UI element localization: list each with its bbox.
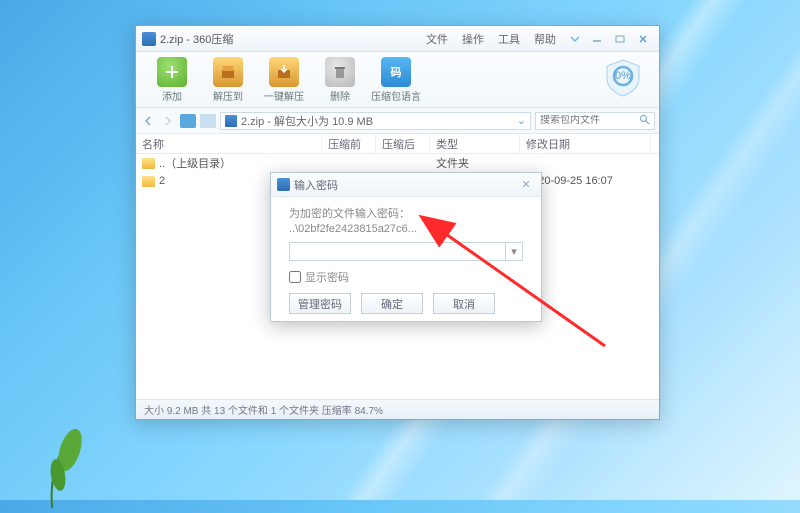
password-input[interactable] [289, 242, 506, 261]
search-input[interactable] [540, 115, 639, 126]
maximize-icon[interactable] [610, 32, 630, 46]
menu-tools[interactable]: 工具 [498, 31, 520, 47]
delete-button[interactable]: 删除 [312, 57, 368, 103]
menu-file[interactable]: 文件 [426, 31, 448, 47]
list-item[interactable]: ..（上级目录） 文件夹 [136, 154, 659, 172]
show-password-checkbox[interactable]: 显示密码 [289, 269, 523, 285]
menu-operate[interactable]: 操作 [462, 31, 484, 47]
header-date[interactable]: 修改日期 [520, 134, 651, 153]
dialog-prompt: 为加密的文件输入密码： [289, 207, 523, 222]
add-button[interactable]: 添加 [144, 57, 200, 103]
close-icon[interactable]: ✕ [517, 178, 535, 191]
header-type[interactable]: 类型 [430, 134, 520, 153]
cancel-button[interactable]: 取消 [433, 293, 495, 314]
ok-button[interactable]: 确定 [361, 293, 423, 314]
svg-text:0%: 0% [615, 70, 631, 82]
dialog-titlebar[interactable]: 输入密码 ✕ [271, 173, 541, 197]
onekey-extract-button[interactable]: 一键解压 [256, 57, 312, 103]
titlebar[interactable]: 2.zip - 360压缩 文件 操作 工具 帮助 [136, 26, 659, 52]
search-icon[interactable] [639, 114, 650, 128]
chevron-down-icon[interactable]: ⌄ [517, 114, 526, 127]
password-history-dropdown[interactable]: ▾ [506, 242, 523, 261]
window-title: 2.zip - 360压缩 [160, 31, 426, 47]
manage-password-button[interactable]: 管理密码 [289, 293, 351, 314]
toolbar: 添加 解压到 一键解压 删除 码压缩包语言 0% [136, 52, 659, 108]
menu-help[interactable]: 帮助 [534, 31, 556, 47]
folder-icon [142, 158, 155, 169]
extract-button[interactable]: 解压到 [200, 57, 256, 103]
security-shield-icon[interactable]: 0% [601, 56, 645, 100]
desktop-leaf-decoration [40, 420, 100, 510]
close-icon[interactable] [633, 32, 653, 46]
column-headers: 名称 压缩前 压缩后 类型 修改日期 [136, 134, 659, 154]
app-icon [142, 32, 156, 46]
main-menu: 文件 操作 工具 帮助 [426, 31, 556, 47]
nav-forward-icon[interactable] [160, 113, 176, 129]
breadcrumb[interactable]: 2.zip - 解包大小为 10.9 MB ⌄ [220, 112, 531, 130]
app-icon [277, 178, 290, 191]
minimize-icon[interactable] [587, 32, 607, 46]
header-pre[interactable]: 压缩前 [322, 134, 376, 153]
dialog-filepath: ..\02bf2fe2423815a27c6... [289, 222, 523, 237]
archive-icon [225, 115, 237, 127]
header-post[interactable]: 压缩后 [376, 134, 430, 153]
password-dialog: 输入密码 ✕ 为加密的文件输入密码： ..\02bf2fe2423815a27c… [270, 172, 542, 322]
nav-back-icon[interactable] [140, 113, 156, 129]
header-name[interactable]: 名称 [136, 134, 322, 153]
skin-dropdown-icon[interactable] [566, 32, 584, 46]
view-details-icon[interactable] [200, 114, 216, 128]
search-box[interactable] [535, 112, 655, 130]
status-bar: 大小 9.2 MB 共 13 个文件和 1 个文件夹 压缩率 84.7% [136, 399, 659, 419]
dialog-title: 输入密码 [294, 177, 517, 193]
navbar: 2.zip - 解包大小为 10.9 MB ⌄ [136, 108, 659, 134]
view-list-icon[interactable] [180, 114, 196, 128]
breadcrumb-text: 2.zip - 解包大小为 10.9 MB [241, 113, 373, 129]
folder-icon [142, 176, 155, 187]
show-password-input[interactable] [289, 271, 301, 283]
lang-button[interactable]: 码压缩包语言 [368, 57, 424, 103]
